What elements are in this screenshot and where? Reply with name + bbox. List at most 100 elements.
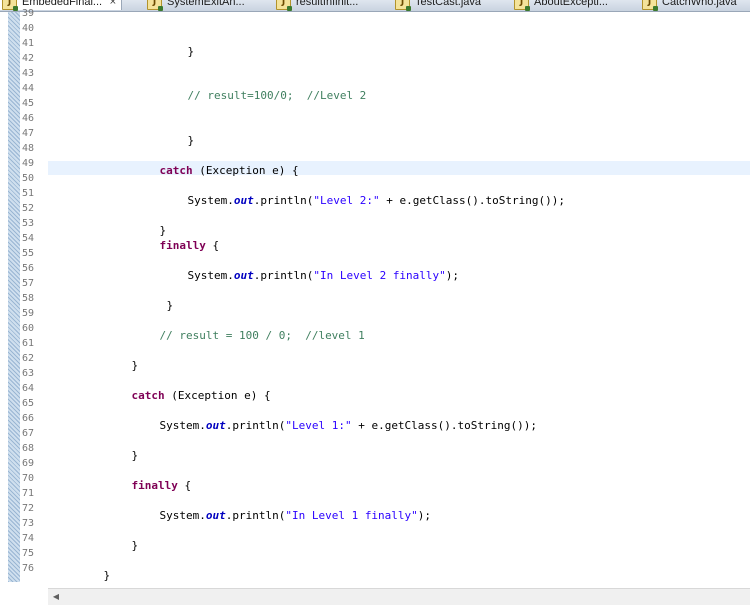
code-line-48[interactable]: catch (Exception e) { — [133, 148, 299, 177]
line-number: 60 — [22, 323, 35, 334]
keyword: finally — [131, 479, 178, 492]
code-line-59[interactable]: // result = 100 / 0; //level 1 — [133, 313, 365, 342]
string-literal: "In Level 2 finally" — [313, 269, 446, 282]
overview-ruler — [8, 12, 20, 582]
line-number: 62 — [22, 353, 35, 364]
line-number: 66 — [22, 413, 35, 424]
line-number: 39 — [22, 8, 35, 19]
tab-label: SystemExitAn... — [167, 0, 245, 8]
line-number: 57 — [22, 278, 35, 289]
brace: } — [187, 45, 195, 58]
code-text: .println( — [225, 509, 286, 522]
line-number: 43 — [22, 68, 35, 79]
line-number: 47 — [22, 128, 35, 139]
code-line-46[interactable]: } — [161, 118, 195, 147]
brace: } — [131, 539, 139, 552]
code-line-53[interactable]: finally { — [133, 223, 220, 252]
horizontal-scrollbar[interactable]: ◀ — [48, 588, 750, 605]
tab-system-exit[interactable]: J SystemExitAn... — [147, 0, 245, 11]
keyword: catch — [159, 164, 193, 177]
line-number: 46 — [22, 113, 35, 124]
brace: } — [131, 449, 139, 462]
tab-about-exception[interactable]: J AboutExcepti... — [514, 0, 608, 11]
line-number: 49 — [22, 158, 35, 169]
line-number: 50 — [22, 173, 35, 184]
line-number: 40 — [22, 23, 35, 34]
line-number: 41 — [22, 38, 35, 49]
code-line-69[interactable]: finally { — [105, 463, 192, 492]
tab-test-cast[interactable]: J TestCast.java — [395, 0, 482, 11]
code-text: ); — [417, 509, 432, 522]
code-line-40[interactable]: } — [161, 29, 195, 58]
tab-result-infinity[interactable]: J resultInfinit... — [276, 0, 359, 11]
brace: } — [103, 569, 111, 582]
static-field: out — [233, 269, 254, 282]
line-number: 54 — [22, 233, 35, 244]
code-line-71[interactable]: System.out.println("In Level 1 finally")… — [133, 493, 432, 522]
code-text: (Exception e) { — [192, 164, 299, 177]
code-text: ); — [445, 269, 460, 282]
line-number: 48 — [22, 143, 35, 154]
java-file-icon: J — [147, 0, 163, 11]
line-number: 55 — [22, 248, 35, 259]
line-number: 72 — [22, 503, 35, 514]
java-file-icon: J — [276, 0, 292, 11]
string-literal: "In Level 1 finally" — [285, 509, 418, 522]
tab-label: AboutExcepti... — [534, 0, 608, 8]
code-line-52[interactable]: } — [133, 208, 167, 237]
line-number: 67 — [22, 428, 35, 439]
code-line-73[interactable]: } — [105, 523, 139, 552]
code-text: .println( — [253, 269, 314, 282]
tab-label: resultInfinit... — [296, 0, 359, 8]
code-line-67[interactable]: } — [105, 433, 139, 462]
line-number: 70 — [22, 473, 35, 484]
code-line-75[interactable]: } — [77, 553, 111, 582]
code-line-50[interactable]: System.out.println("Level 2:" + e.getCla… — [161, 178, 566, 207]
code-text: { — [177, 479, 192, 492]
java-file-icon: J — [395, 0, 411, 11]
keyword: catch — [131, 389, 165, 402]
code-text: .println( — [225, 419, 286, 432]
code-text: (Exception e) { — [164, 389, 271, 402]
code-text: .println( — [253, 194, 314, 207]
code-editor[interactable]: 39 40 41 42 43 44 45 46 47 48 49 50 51 5… — [0, 8, 750, 589]
line-number: 74 — [22, 533, 35, 544]
line-number: 64 — [22, 383, 35, 394]
code-line-55[interactable]: System.out.println("In Level 2 finally")… — [161, 253, 460, 282]
line-number: 59 — [22, 308, 35, 319]
static-field: out — [205, 509, 226, 522]
line-number: 56 — [22, 263, 35, 274]
line-number: 44 — [22, 83, 35, 94]
comment: // result=100/0; //Level 2 — [187, 89, 367, 102]
code-line-57[interactable]: } — [140, 283, 174, 312]
tab-catch-who[interactable]: J CatchWho.java — [642, 0, 737, 11]
close-icon[interactable]: × — [109, 0, 117, 7]
tab-label: TestCast.java — [415, 0, 482, 8]
scroll-left-arrow-icon[interactable]: ◀ — [50, 591, 62, 603]
editor-tab-bar: J EmbededFinal... × J SystemExitAn... J … — [0, 0, 750, 12]
code-text: System. — [187, 269, 234, 282]
code-text: System. — [159, 509, 206, 522]
code-text: System. — [159, 419, 206, 432]
line-number: 53 — [22, 218, 35, 229]
java-file-icon: J — [642, 0, 658, 11]
line-number: 69 — [22, 458, 35, 469]
comment: // result = 100 / 0; //level 1 — [159, 329, 365, 342]
line-number: 42 — [22, 53, 35, 64]
java-file-icon: J — [514, 0, 530, 11]
keyword: finally — [159, 239, 206, 252]
line-number: 71 — [22, 488, 35, 499]
code-line-43[interactable]: // result=100/0; //Level 2 — [161, 73, 367, 102]
code-line-65[interactable]: System.out.println("Level 1:" + e.getCla… — [133, 403, 538, 432]
string-literal: "Level 1:" — [285, 419, 352, 432]
line-number: 75 — [22, 548, 35, 559]
code-text: System. — [187, 194, 234, 207]
line-number: 73 — [22, 518, 35, 529]
tab-label: CatchWho.java — [662, 0, 737, 8]
tab-embeded-final[interactable]: J EmbededFinal... × — [0, 0, 122, 11]
code-line-61[interactable]: } — [105, 343, 139, 372]
line-number: 76 — [22, 563, 35, 574]
static-field: out — [233, 194, 254, 207]
code-line-63[interactable]: catch (Exception e) { — [105, 373, 271, 402]
brace: } — [131, 359, 139, 372]
